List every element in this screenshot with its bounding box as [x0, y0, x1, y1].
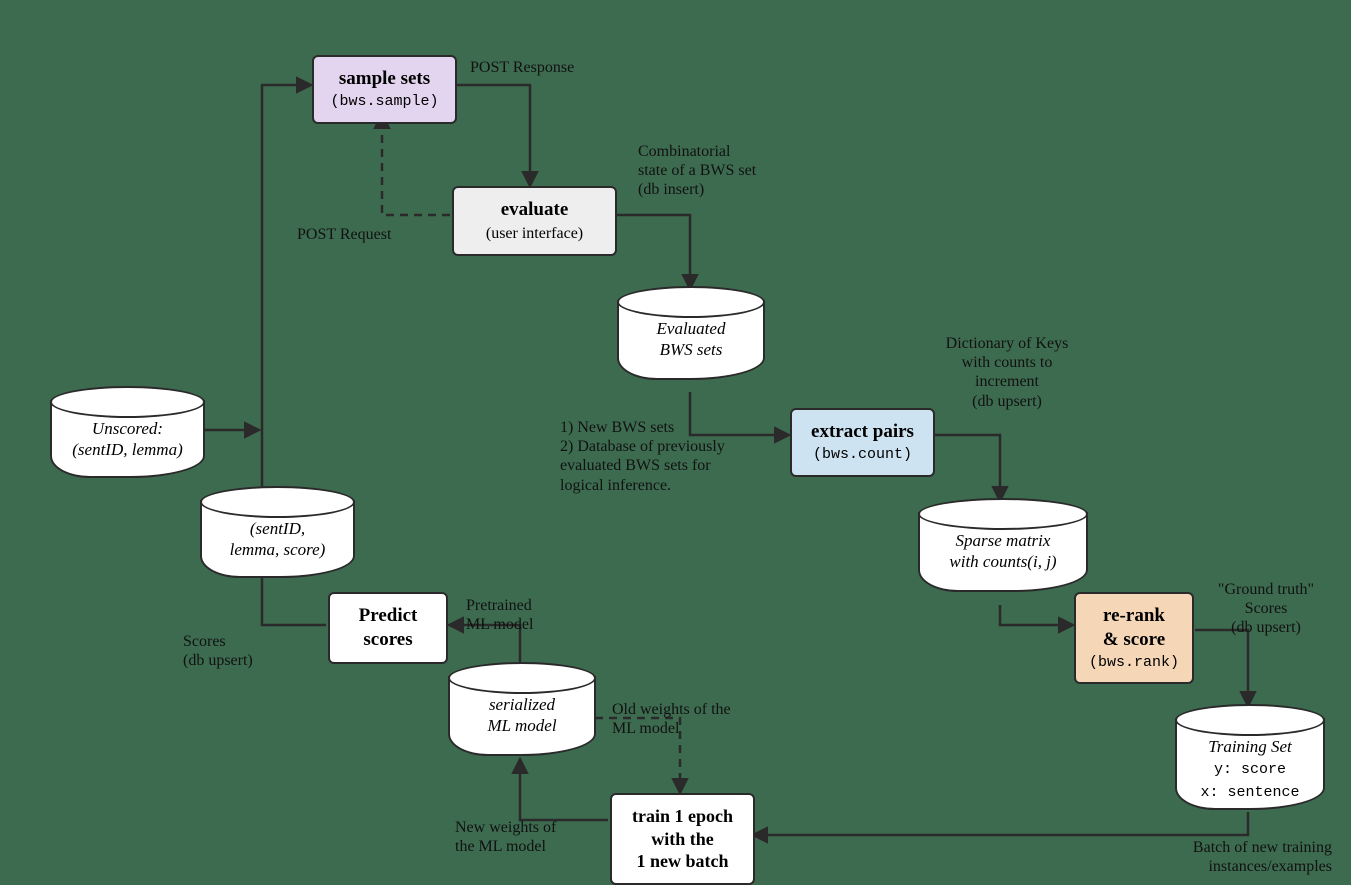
node-sub: (bws.sample)	[330, 93, 438, 112]
node-title: train 1 epoch with the 1 new batch	[632, 805, 733, 873]
annot-batch-new: Batch of new training instances/examples	[1132, 838, 1332, 876]
db-evaluated-bws: Evaluated BWS sets	[617, 300, 765, 380]
db-label: Unscored: (sentID, lemma)	[52, 418, 203, 461]
annot-comb-state: Combinatorial state of a BWS set (db ins…	[638, 142, 756, 200]
node-title: re-rank & score	[1103, 604, 1165, 652]
db-label: serialized ML model	[450, 694, 594, 737]
node-sub: (bws.count)	[813, 446, 912, 465]
node-sub: (bws.rank)	[1089, 654, 1179, 673]
db-unscored: Unscored: (sentID, lemma)	[50, 400, 205, 478]
node-title: sample sets	[339, 67, 430, 91]
annot-pretrained: Pretrained ML model	[466, 596, 533, 634]
node-predict-scores: Predict scores	[328, 592, 448, 664]
node-sample-sets: sample sets (bws.sample)	[312, 55, 457, 124]
annot-post-response: POST Response	[470, 58, 574, 77]
db-label: Training Set y: score x: sentence	[1177, 736, 1323, 803]
annot-scores-upsert: Scores (db upsert)	[183, 632, 253, 670]
node-extract-pairs: extract pairs (bws.count)	[790, 408, 935, 477]
annot-old-weights: Old weights of the ML model	[612, 700, 731, 738]
annot-ground-truth: "Ground truth" Scores (db upsert)	[1196, 580, 1336, 638]
db-training-set: Training Set y: score x: sentence	[1175, 718, 1325, 810]
node-sub: (user interface)	[486, 224, 583, 244]
db-label: (sentID, lemma, score)	[202, 518, 353, 561]
db-scored: (sentID, lemma, score)	[200, 500, 355, 578]
annot-post-request: POST Request	[297, 225, 391, 244]
annot-eval-notes: 1) New BWS sets 2) Database of previousl…	[560, 418, 725, 495]
node-title: Predict scores	[359, 604, 418, 652]
node-title: extract pairs	[811, 420, 914, 444]
db-training-title: Training Set	[1208, 737, 1292, 756]
db-training-x: x: sentence	[1200, 784, 1299, 801]
diagram-canvas: sample sets (bws.sample) evaluate (user …	[0, 0, 1351, 879]
node-evaluate: evaluate (user interface)	[452, 186, 617, 256]
node-title: evaluate	[501, 198, 569, 222]
db-sparse-matrix: Sparse matrix with counts(i, j)	[918, 512, 1088, 592]
node-rerank-score: re-rank & score (bws.rank)	[1074, 592, 1194, 684]
db-training-y: y: score	[1214, 761, 1286, 778]
db-serialized-ml: serialized ML model	[448, 676, 596, 756]
db-label: Evaluated BWS sets	[619, 318, 763, 361]
node-train-epoch: train 1 epoch with the 1 new batch	[610, 793, 755, 885]
db-label: Sparse matrix with counts(i, j)	[920, 530, 1086, 573]
annot-new-weights: New weights of the ML model	[455, 818, 556, 856]
annot-dict-keys: Dictionary of Keys with counts to increm…	[922, 334, 1092, 411]
